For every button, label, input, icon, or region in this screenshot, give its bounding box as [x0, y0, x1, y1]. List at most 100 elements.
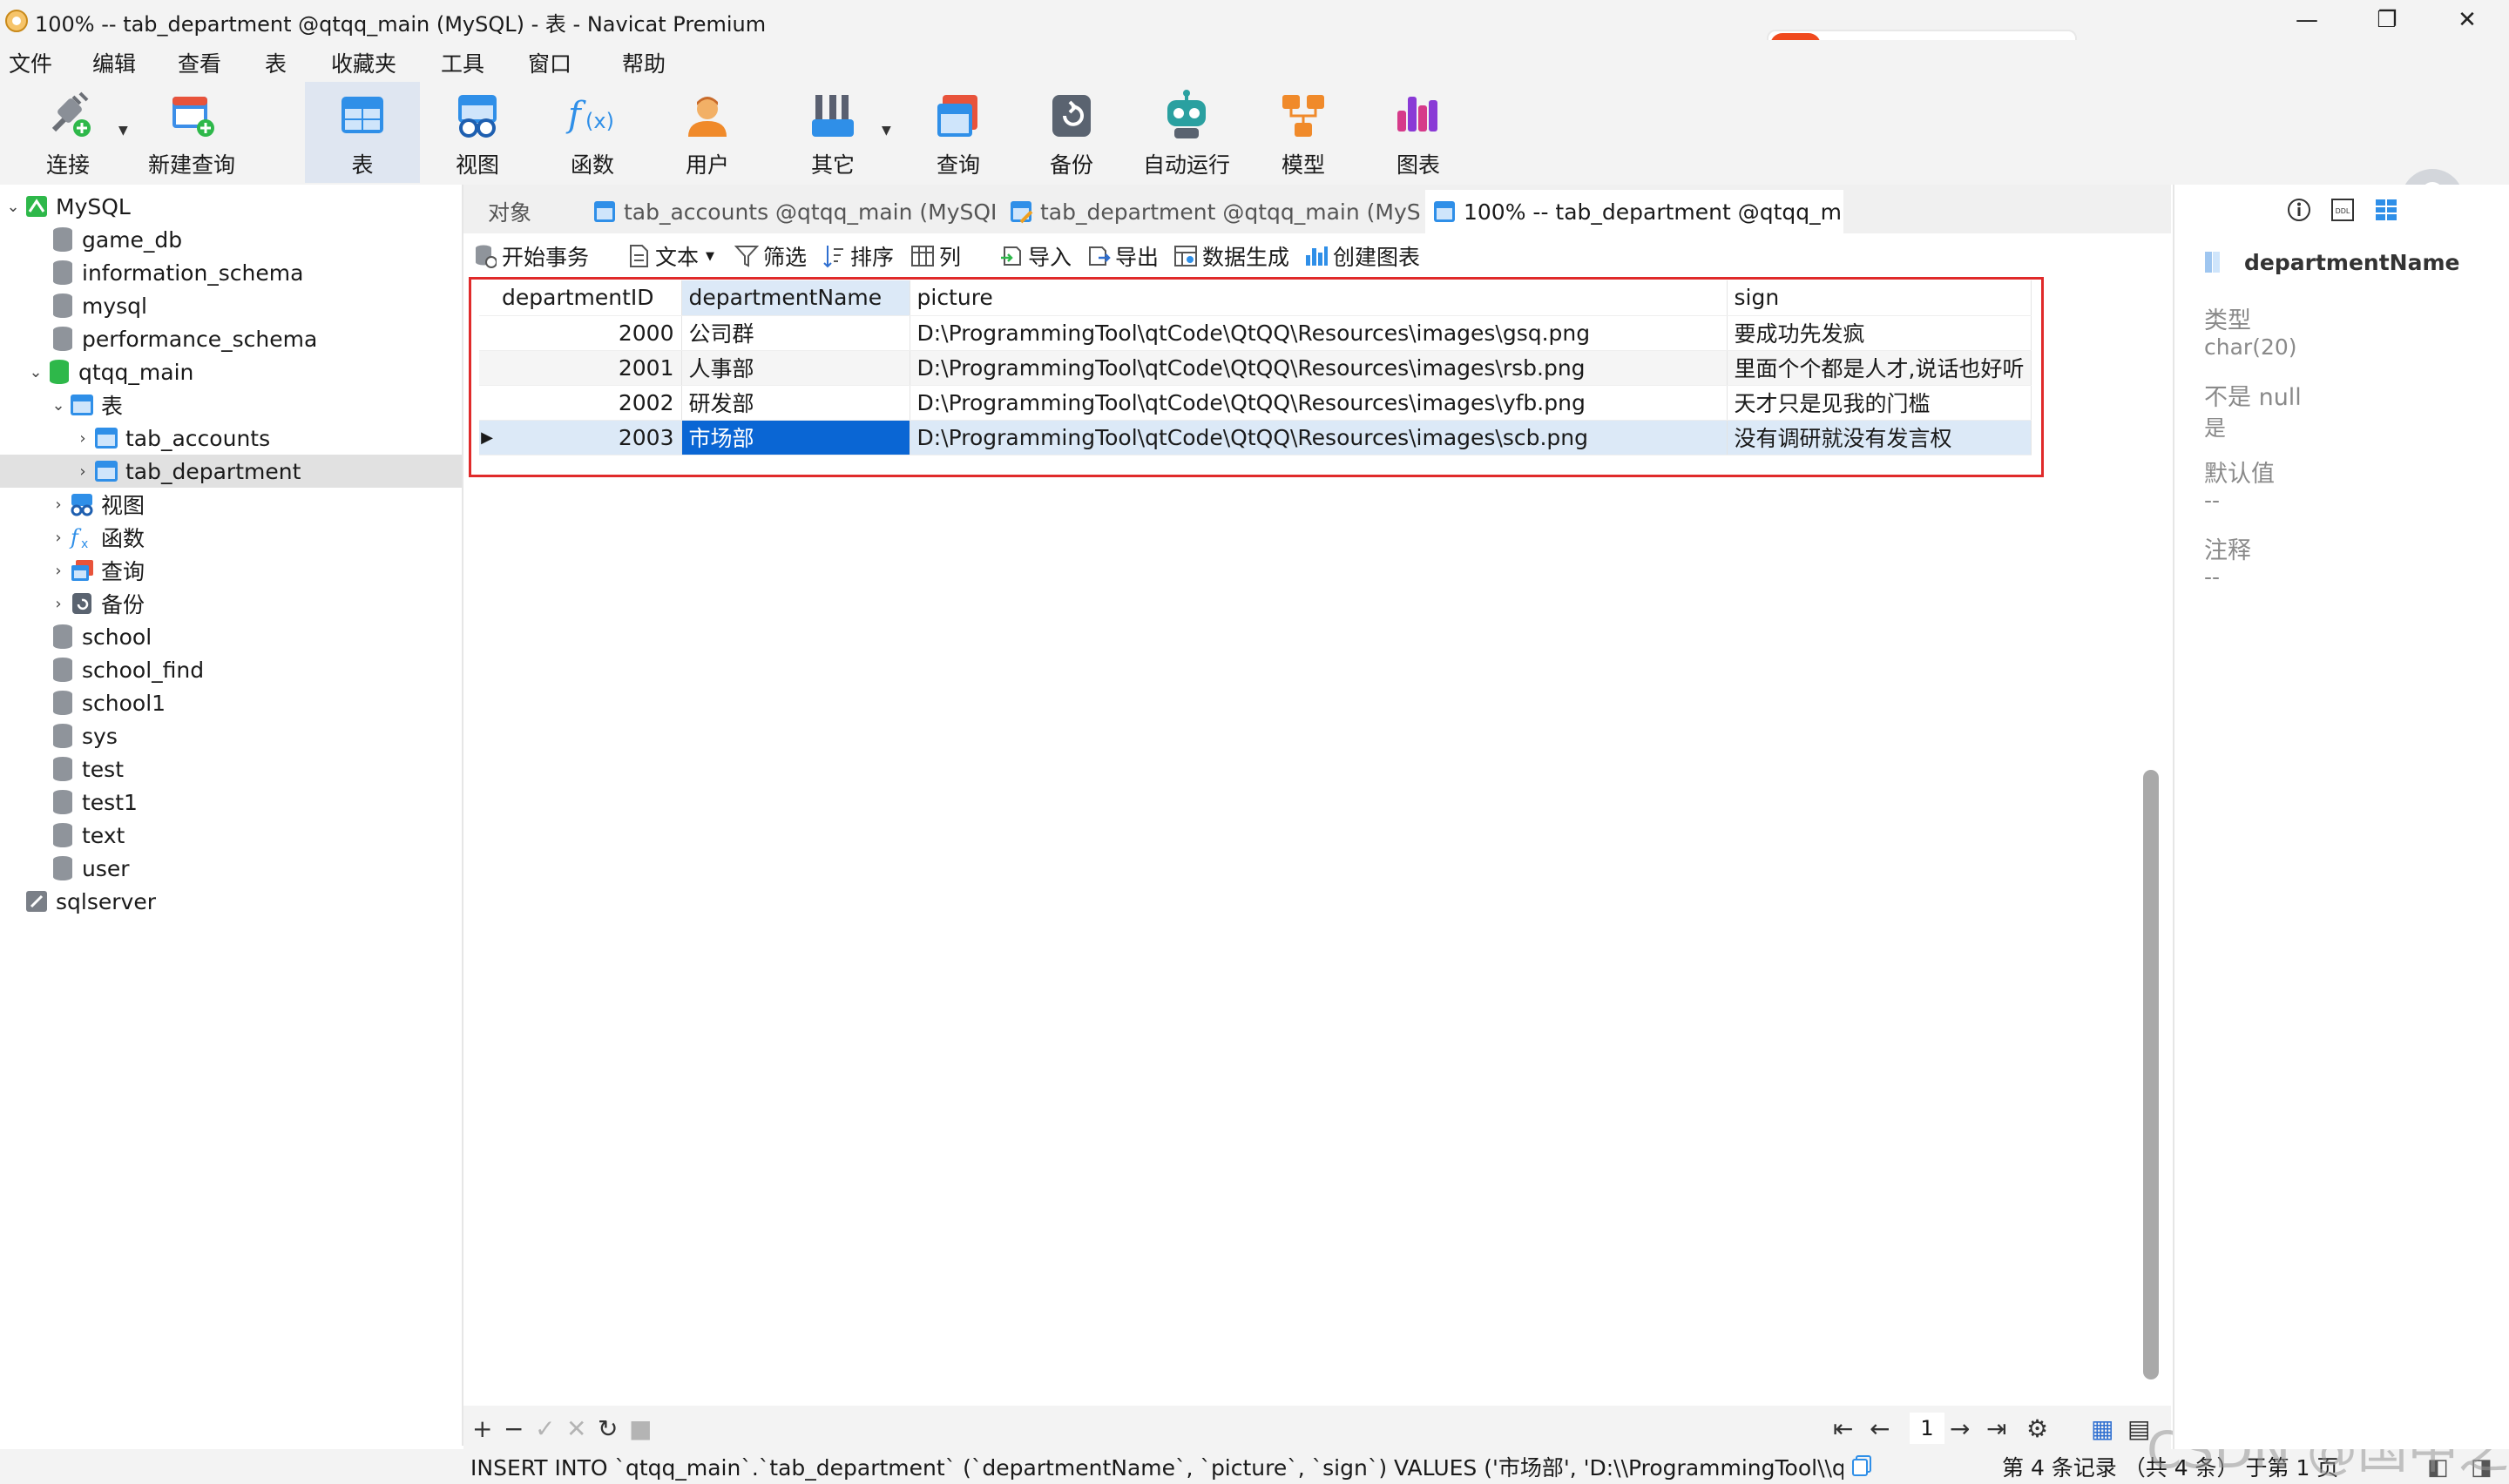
chevron-right-icon[interactable]: ›: [73, 429, 92, 448]
data-generation-button[interactable]: 数据生成: [1173, 240, 1289, 272]
refresh-icon[interactable]: ↻: [598, 1414, 618, 1443]
cell-departmentName[interactable]: 研发部: [681, 385, 910, 421]
table-row[interactable]: 2001 人事部 D:\ProgrammingTool\qtCode\QtQQ\…: [479, 350, 2032, 386]
menu-tools[interactable]: 工具: [441, 47, 484, 78]
cell-departmentID[interactable]: 2000: [495, 315, 682, 351]
settings-gear-icon[interactable]: ⚙: [2026, 1414, 2048, 1443]
tree-item-test1[interactable]: test1: [0, 786, 462, 819]
tree-item-school1[interactable]: school1: [0, 686, 462, 719]
column-header-sign[interactable]: sign: [1727, 280, 2032, 316]
chevron-down-icon[interactable]: ⌄: [26, 363, 45, 381]
close-button[interactable]: ✕: [2427, 0, 2507, 40]
menu-file[interactable]: 文件: [9, 47, 52, 78]
chevron-down-icon[interactable]: ⌄: [49, 396, 68, 415]
tree-item-views-folder[interactable]: › 视图: [0, 488, 462, 521]
stop-icon[interactable]: ■: [629, 1414, 652, 1443]
minimize-button[interactable]: —: [2267, 0, 2347, 40]
first-page-icon[interactable]: ⇤: [1833, 1414, 1853, 1443]
toolbar-backup-button[interactable]: 备份: [1037, 82, 1106, 183]
tree-item-tab-department[interactable]: › tab_department: [0, 455, 462, 488]
chevron-right-icon[interactable]: ›: [49, 496, 68, 514]
tree-item-information-schema[interactable]: information_schema: [0, 256, 462, 289]
toolbar-model-button[interactable]: 模型: [1268, 82, 1338, 183]
cell-sign[interactable]: 天才只是见我的门槛: [1727, 385, 2032, 421]
tree-item-user[interactable]: user: [0, 852, 462, 885]
tree-item-mysql[interactable]: ⌄ MySQL: [0, 190, 462, 223]
tab-department-design[interactable]: tab_department @qtqq_main (MyS...: [1002, 190, 1420, 233]
tab-objects[interactable]: 对象: [481, 190, 577, 233]
discard-changes-icon[interactable]: ✕: [566, 1414, 586, 1443]
tree-item-test[interactable]: test: [0, 752, 462, 786]
toolbar-other-button[interactable]: 其它: [798, 82, 868, 183]
toolbar-function-button[interactable]: f (x) 函数: [558, 82, 627, 183]
tree-item-school[interactable]: school: [0, 620, 462, 653]
tree-item-functions-folder[interactable]: › fx 函数: [0, 521, 462, 554]
tab-accounts[interactable]: tab_accounts @qtqq_main (MySQL)...: [585, 190, 995, 233]
ddl-icon[interactable]: DDL: [2330, 197, 2356, 228]
cell-departmentID[interactable]: 2003: [495, 420, 682, 455]
cell-departmentName[interactable]: 公司群: [681, 315, 910, 351]
menu-edit[interactable]: 编辑: [92, 47, 136, 78]
tree-item-sys[interactable]: sys: [0, 719, 462, 752]
cell-sign[interactable]: 要成功先发疯: [1727, 315, 2032, 351]
chevron-down-icon[interactable]: ⌄: [3, 198, 23, 216]
tree-item-school-find[interactable]: school_find: [0, 653, 462, 686]
tree-item-tables-folder[interactable]: ⌄ 表: [0, 388, 462, 422]
tree-item-backups-folder[interactable]: › 备份: [0, 587, 462, 620]
toolbar-query-button[interactable]: 查询: [923, 82, 993, 183]
menu-window[interactable]: 窗口: [528, 47, 571, 78]
delete-record-icon[interactable]: −: [504, 1414, 524, 1443]
tree-item-game-db[interactable]: game_db: [0, 223, 462, 256]
toolbar-table-button[interactable]: 表: [305, 82, 420, 183]
cell-departmentName[interactable]: 人事部: [681, 350, 910, 386]
import-button[interactable]: 导入: [998, 240, 1072, 272]
cell-picture[interactable]: D:\ProgrammingTool\qtCode\QtQQ\Resources…: [910, 350, 1728, 386]
column-header-departmentName[interactable]: departmentName: [681, 280, 910, 316]
page-number-input[interactable]: 1: [1910, 1413, 1944, 1444]
column-header-picture[interactable]: picture: [910, 280, 1728, 316]
export-button[interactable]: 导出: [1085, 240, 1159, 272]
cell-departmentName-selected[interactable]: 市场部: [681, 420, 910, 455]
tree-item-text[interactable]: text: [0, 819, 462, 852]
previous-page-icon[interactable]: ←: [1870, 1414, 1890, 1443]
table-row[interactable]: 2002 研发部 D:\ProgrammingTool\qtCode\QtQQ\…: [479, 385, 2032, 421]
cell-picture[interactable]: D:\ProgrammingTool\qtCode\QtQQ\Resources…: [910, 420, 1728, 455]
cell-picture[interactable]: D:\ProgrammingTool\qtCode\QtQQ\Resources…: [910, 315, 1728, 351]
text-view-button[interactable]: 文本 ▼: [626, 240, 714, 272]
create-chart-button[interactable]: 创建图表: [1303, 240, 1420, 272]
add-record-icon[interactable]: +: [472, 1414, 492, 1443]
toolbar-chart-button[interactable]: 图表: [1383, 82, 1453, 183]
next-page-icon[interactable]: →: [1950, 1414, 1970, 1443]
other-dropdown-arrow-icon[interactable]: ▼: [882, 124, 891, 138]
sort-button[interactable]: 排序: [821, 240, 894, 272]
toolbar-new-query-button[interactable]: 新建查询: [146, 82, 237, 183]
menu-favorites[interactable]: 收藏夹: [331, 47, 396, 78]
copy-icon[interactable]: [1850, 1454, 1873, 1477]
tab-department-data[interactable]: 100% -- tab_department @qtqq_m...: [1425, 190, 1843, 233]
tree-item-qtqq-main[interactable]: ⌄ qtqq_main: [0, 355, 462, 388]
tree-item-performance-schema[interactable]: performance_schema: [0, 322, 462, 355]
scrollbar-thumb[interactable]: [2143, 770, 2159, 1379]
toolbar-automation-button[interactable]: 自动运行: [1138, 82, 1235, 183]
toolbar-user-button[interactable]: 用户: [673, 82, 742, 183]
table-row[interactable]: 2000 公司群 D:\ProgrammingTool\qtCode\QtQQ\…: [479, 315, 2032, 351]
tree-item-tab-accounts[interactable]: › tab_accounts: [0, 422, 462, 455]
vertical-scrollbar[interactable]: [2141, 282, 2161, 1406]
info-icon[interactable]: [2286, 197, 2312, 228]
text-dropdown-arrow-icon[interactable]: ▼: [706, 250, 714, 263]
tree-item-sqlserver[interactable]: sqlserver: [0, 885, 462, 918]
cell-picture[interactable]: D:\ProgrammingTool\qtCode\QtQQ\Resources…: [910, 385, 1728, 421]
chevron-right-icon[interactable]: ›: [73, 462, 92, 481]
restore-button[interactable]: ❐: [2347, 0, 2427, 40]
connect-dropdown-arrow-icon[interactable]: ▼: [118, 124, 128, 138]
toolbar-view-button[interactable]: 视图: [443, 82, 512, 183]
menu-help[interactable]: 帮助: [622, 47, 666, 78]
tree-item-queries-folder[interactable]: › 查询: [0, 554, 462, 587]
begin-transaction-button[interactable]: 开始事务: [472, 240, 589, 272]
toolbar-connect-button[interactable]: 连接: [33, 82, 103, 183]
column-header-departmentID[interactable]: departmentID: [495, 280, 682, 316]
cell-departmentID[interactable]: 2001: [495, 350, 682, 386]
menu-table[interactable]: 表: [265, 47, 287, 78]
columns-button[interactable]: 列: [910, 240, 961, 272]
cell-sign[interactable]: 里面个个都是人才,说话也好听: [1727, 350, 2032, 386]
